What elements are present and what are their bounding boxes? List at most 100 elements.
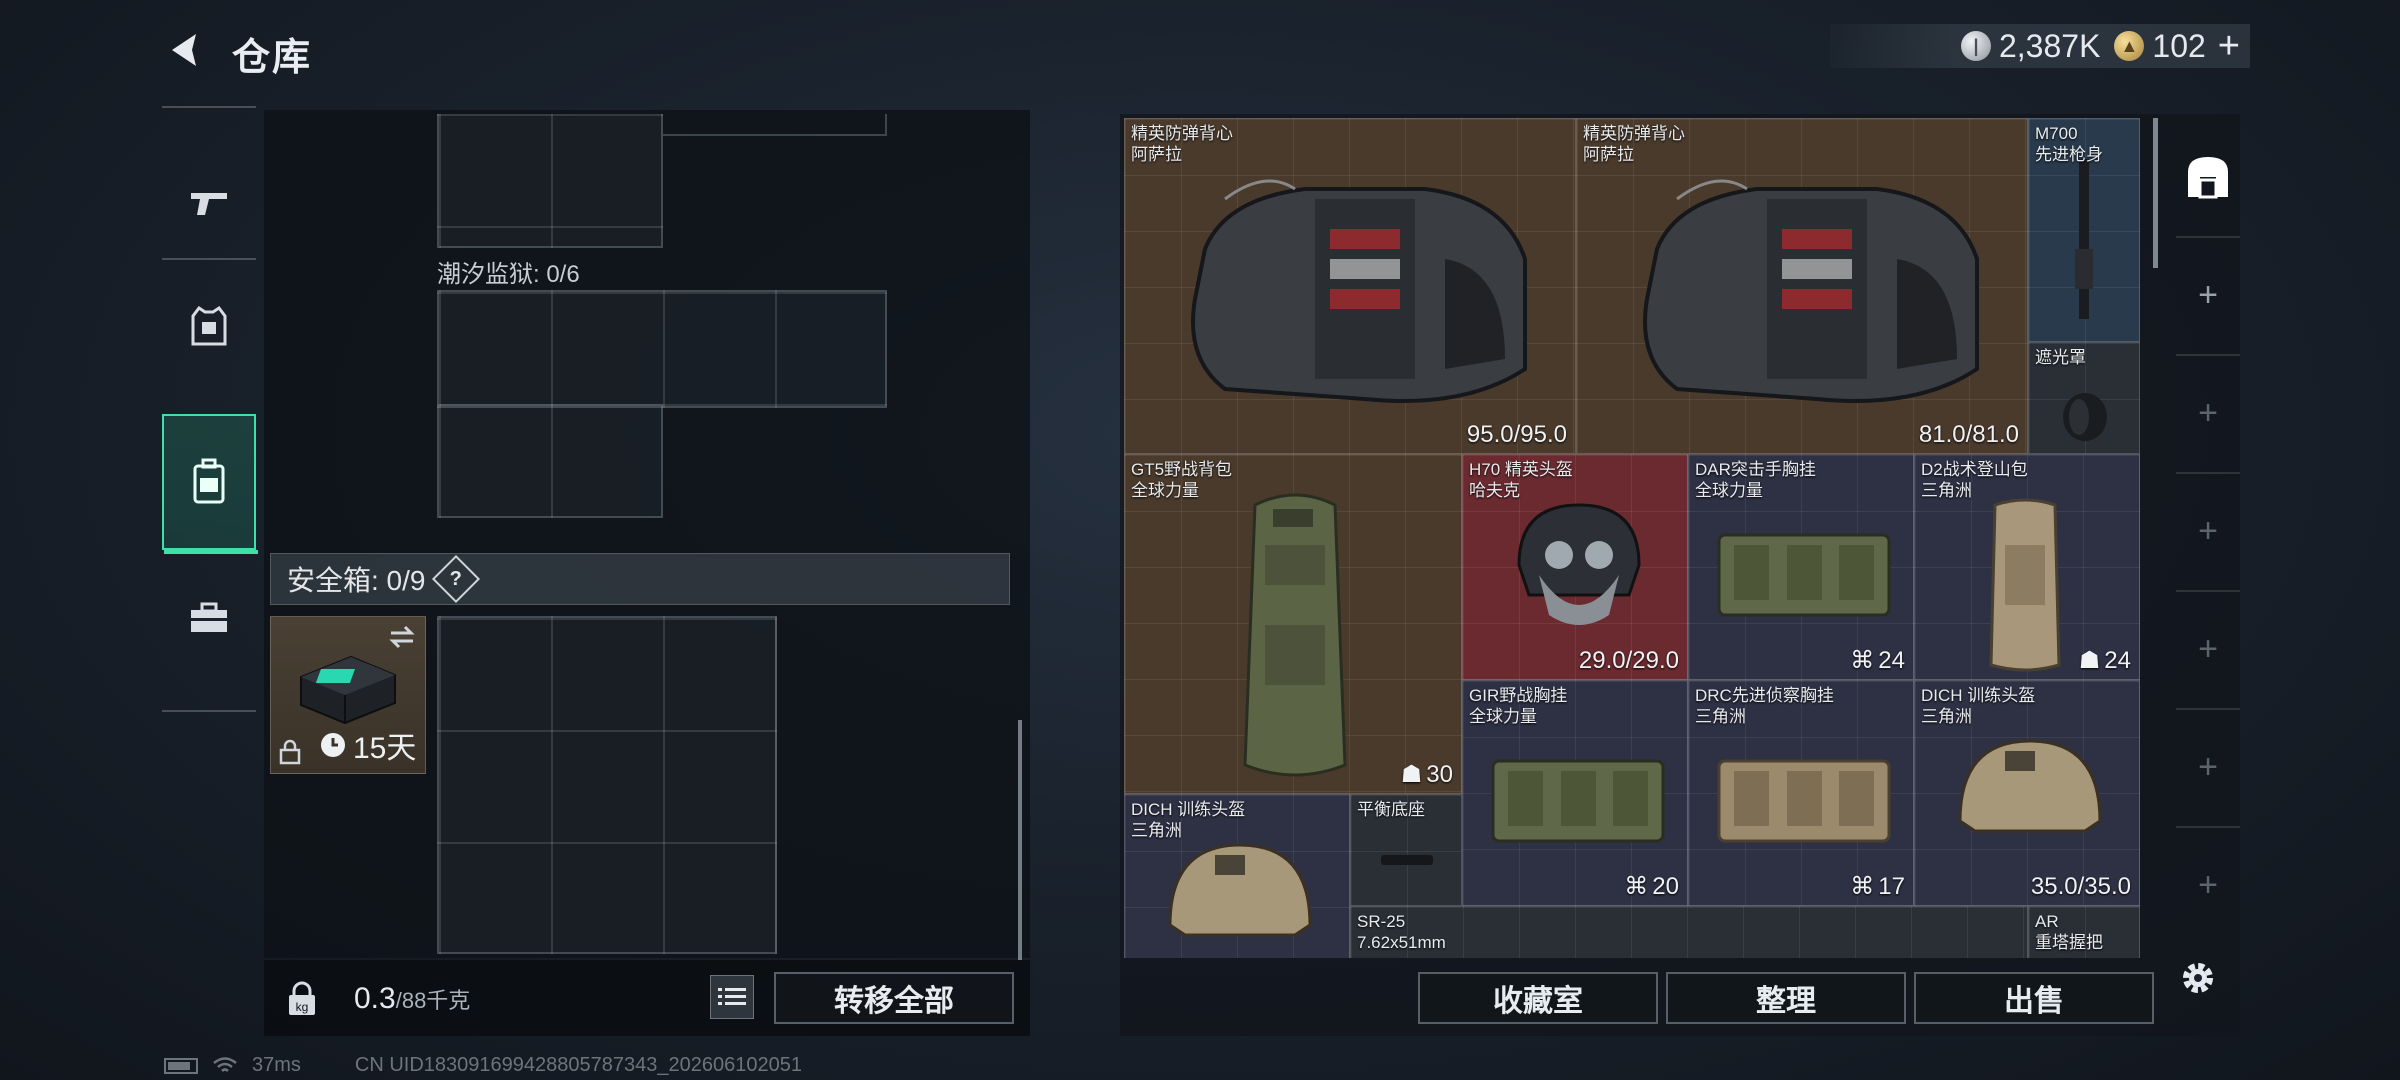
item-capacity: ⌘ 20 — [1624, 872, 1679, 901]
inventory-item[interactable]: 精英防弹背心 阿萨拉 95.0/95.0 — [1124, 118, 1576, 454]
item-name: 遮光罩 — [2035, 348, 2086, 367]
plus-icon: + — [2198, 865, 2218, 904]
category-tab-misc[interactable] — [162, 568, 256, 668]
list-view-button[interactable] — [710, 975, 754, 1019]
item-capacity: ⌘ 17 — [1850, 872, 1905, 901]
category-tab-weapons[interactable] — [162, 160, 256, 246]
inventory-item[interactable]: GIR野战胸挂 全球力量 ⌘ 20 — [1462, 680, 1688, 906]
sell-button[interactable]: 出售 — [1914, 972, 2154, 1024]
settings-button[interactable] — [2172, 952, 2224, 1004]
transfer-all-button[interactable]: 转移全部 — [774, 972, 1014, 1024]
container-grid-top-edge — [663, 114, 887, 136]
safe-box-item[interactable]: 15天 — [270, 616, 426, 774]
weight-bar: kg 0.3/88千克 转移全部 — [264, 960, 1030, 1036]
item-capacity-value: 30 — [1426, 760, 1453, 788]
item-capacity: ☗ 30 — [1401, 760, 1453, 789]
divider — [162, 258, 256, 260]
chest-rig-capacity-icon: ⌘ — [1624, 873, 1649, 900]
tide-prison-grid-row2[interactable] — [437, 404, 663, 518]
inventory-grid[interactable]: 精英防弹背心 阿萨拉 95.0/95.0 精英防弹背心 阿萨拉 81.0/81.… — [1124, 118, 2140, 958]
currency-gold-value: 102 — [2152, 27, 2206, 64]
inventory-item[interactable]: SR-25 7.62x51mm — [1350, 906, 2028, 958]
weight-lock-button[interactable]: kg — [276, 974, 328, 1024]
rifle-stock-icon — [2075, 159, 2093, 319]
item-name: 平衡底座 — [1357, 800, 1425, 819]
backpack-icon — [1989, 498, 2061, 672]
inventory-item[interactable]: 遮光罩 — [2028, 342, 2140, 454]
item-name: AR 重塔握把 — [2035, 912, 2103, 952]
back-button[interactable] — [160, 24, 212, 76]
item-name: DICH 训练头盔 三角洲 — [1921, 686, 2036, 726]
sort-button[interactable]: 整理 — [1666, 972, 1906, 1024]
item-capacity: ☗ 24 — [2079, 646, 2131, 675]
currency-gold: ▲ 102 — [2114, 27, 2206, 65]
storage-scrollbar[interactable] — [1018, 720, 1022, 960]
inventory-item[interactable]: DRC先进侦察胸挂 三角洲 ⌘ 17 — [1688, 680, 1914, 906]
item-name: DAR突击手胸挂 全球力量 — [1695, 460, 1816, 500]
chest-rig-icon — [1491, 759, 1665, 843]
plus-icon: + — [2198, 629, 2218, 668]
item-name: 精英防弹背心 阿萨拉 — [1583, 124, 1685, 164]
item-name: GT5野战背包 全球力量 — [1131, 460, 1233, 500]
inventory-item[interactable]: 平衡底座 — [1350, 794, 1462, 906]
slot-add-button[interactable]: + — [2176, 590, 2240, 708]
container-grid-top[interactable] — [437, 114, 663, 248]
divider — [162, 106, 256, 108]
ping-text: 37ms — [252, 1054, 301, 1076]
chest-rig-icon — [1717, 533, 1891, 617]
item-capacity-value: 17 — [1878, 872, 1905, 900]
inventory-item[interactable]: 精英防弹背心 阿萨拉 81.0/81.0 — [1576, 118, 2028, 454]
item-name: DRC先进侦察胸挂 三角洲 — [1695, 686, 1834, 726]
weight-readout: 0.3/88千克 — [354, 982, 470, 1016]
slot-add-button[interactable]: + — [2176, 826, 2240, 944]
page-title: 仓库 — [232, 37, 313, 79]
gold-coin-icon: ▲ — [2114, 31, 2145, 61]
inventory-item[interactable]: H70 精英头盔 哈夫克 29.0/29.0 — [1462, 454, 1688, 680]
item-capacity-value: 24 — [1878, 646, 1905, 674]
inventory-item[interactable]: DICH 训练头盔 三角洲 35.0/35.0 — [1914, 680, 2140, 906]
plus-icon: + — [2198, 393, 2218, 432]
armor-vest-icon — [1191, 179, 1527, 403]
tide-prison-grid-row1[interactable] — [437, 290, 887, 408]
safe-box-help-button[interactable]: ? — [432, 554, 481, 604]
inventory-item[interactable]: M700 先进枪身 — [2028, 118, 2140, 342]
divider — [162, 710, 256, 712]
category-tab-backpacks[interactable] — [162, 414, 258, 554]
helmet-icon — [1958, 739, 2102, 833]
item-durability: 95.0/95.0 — [1466, 421, 1567, 448]
lock-icon — [279, 739, 301, 765]
inventory-item[interactable]: AR 重塔握把 — [2028, 906, 2140, 958]
armor-vest-icon — [191, 305, 227, 346]
backpack-icon — [193, 458, 225, 504]
wifi-icon — [213, 1056, 237, 1072]
slot-add-button[interactable]: + — [2176, 472, 2240, 590]
slot-add-button[interactable]: + — [2176, 236, 2240, 354]
currency-bar: | 2,387K ▲ 102 + — [1830, 24, 2250, 68]
safe-box-grid[interactable] — [437, 616, 777, 954]
inventory-item[interactable]: D2战术登山包 三角洲 ☗ 24 — [1914, 454, 2140, 680]
swap-icon[interactable] — [387, 625, 417, 649]
lens-hood-icon — [2063, 393, 2107, 441]
weight-value: 0.3 — [354, 982, 396, 1015]
item-durability: 29.0/29.0 — [1578, 647, 1679, 674]
inventory-scrollbar[interactable] — [2153, 118, 2158, 268]
item-name: D2战术登山包 三角洲 — [1921, 460, 2028, 500]
back-arrow-icon — [172, 34, 196, 66]
slot-add-button[interactable]: + — [2176, 708, 2240, 826]
slot-storage-main[interactable] — [2176, 118, 2240, 236]
inventory-item[interactable]: GT5野战背包 全球力量 ☗ 30 — [1124, 454, 1462, 794]
collection-room-button[interactable]: 收藏室 — [1418, 972, 1658, 1024]
plus-icon: + — [2198, 511, 2218, 550]
inventory-item[interactable]: DICH 训练头盔 三角洲 — [1124, 794, 1350, 958]
safe-box-header: 安全箱: 0/9 ? — [270, 553, 1010, 605]
category-tab-armor[interactable] — [162, 276, 256, 376]
inventory-item[interactable]: DAR突击手胸挂 全球力量 ⌘ 24 — [1688, 454, 1914, 680]
slot-add-button[interactable]: + — [2176, 354, 2240, 472]
capacity-icon: ☗ — [2078, 647, 2101, 674]
clock-icon — [321, 733, 345, 757]
item-durability: 35.0/35.0 — [2030, 873, 2131, 900]
item-name: 精英防弹背心 阿萨拉 — [1131, 124, 1233, 164]
safe-box-label: 安全箱: 0/9 — [287, 565, 426, 596]
add-currency-button[interactable]: + — [2218, 25, 2240, 68]
weight-lock-icon: kg — [289, 981, 315, 1015]
